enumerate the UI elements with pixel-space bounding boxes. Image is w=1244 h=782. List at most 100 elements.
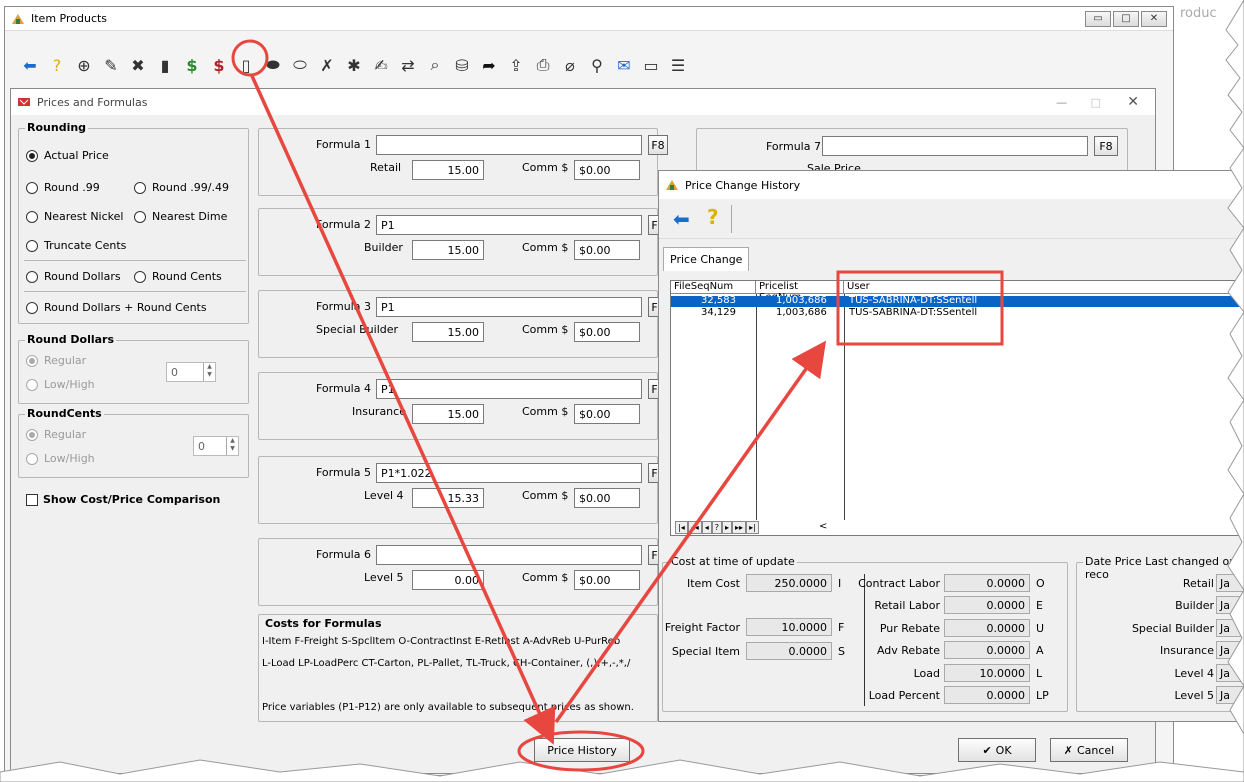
col-header-pricelist[interactable]: Pricelist SeqNum [756,281,844,303]
radio-round-dollars[interactable]: Round Dollars [26,270,121,283]
radio-rc-lowhigh[interactable]: Low/High [26,452,95,465]
formula-1-input[interactable] [376,135,642,155]
radio-nearest-nickel[interactable]: Nearest Nickel [26,210,123,223]
formula-7-f8-button[interactable]: F8 [1094,136,1118,156]
formula-4-input[interactable]: P1 [376,379,642,399]
nav-button-5[interactable]: ▸▸ [732,521,747,534]
stamp-icon[interactable]: ✱ [343,54,365,76]
formula-1-price-field[interactable]: 15.00 [412,160,484,180]
maximize-button[interactable]: □ [1113,11,1139,27]
ok-button[interactable]: ✔ OK [958,738,1036,762]
nav-button-6[interactable]: ▸| [746,521,759,534]
radio-truncate-cents[interactable]: Truncate Cents [26,239,126,252]
cancel-icon[interactable]: ✗ [316,54,338,76]
add-icon[interactable]: ⊕ [73,54,95,76]
radio-rd-lowhigh[interactable]: Low/High [26,378,95,391]
radio-round-99[interactable]: Round .99 [26,181,100,194]
signature-icon[interactable]: ✍ [370,54,392,76]
costs_right-label-4: Load [913,666,940,680]
formula-1-comm-field[interactable]: $0.00 [574,160,640,180]
history-help-icon[interactable]: ? [707,205,719,229]
formula-2-comm-field[interactable]: $0.00 [574,240,640,260]
email-icon[interactable]: ✉ [613,54,635,76]
scroll-left-icon[interactable]: < [819,521,827,532]
show-cost-checkbox[interactable]: Show Cost/Price Comparison [26,493,220,506]
radio-nearest-dime[interactable]: Nearest Dime [134,210,227,223]
dialog-close-icon[interactable]: ✕ [1127,94,1139,110]
nav-button-2[interactable]: ◂ [701,521,712,534]
close-button[interactable]: ✕ [1141,11,1167,27]
date-label-0: Retail [1182,577,1214,590]
find-icon[interactable]: ⚲ [586,54,608,76]
nav-button-3[interactable]: ? [711,521,723,534]
dialog-minimize-icon[interactable]: — [1056,96,1067,109]
row2-fileseq[interactable]: 34,129 [701,307,736,318]
formula-5-price-field[interactable]: 15.33 [412,488,484,508]
date-field-5: Ja [1216,686,1244,704]
note-icon[interactable]: ▮ [154,54,176,76]
forward-icon[interactable]: ➦ [478,54,500,76]
radio-round-cents[interactable]: Round Cents [134,270,222,283]
col-header-fileseq[interactable]: FileSeqNum [671,281,756,294]
row2-pricelist[interactable]: 1,003,686 [776,307,827,318]
formula-3-comm-field[interactable]: $0.00 [574,322,640,342]
round-cents-spin-icon[interactable]: ▲ ▼ [226,437,238,455]
formula-4-comm-field[interactable]: $0.00 [574,404,640,424]
round-dollars-spin-icon[interactable]: ▲ ▼ [203,363,215,381]
radio-rd-regular[interactable]: Regular [26,354,86,367]
print-icon[interactable]: ⎙ [532,54,554,76]
edit-icon[interactable]: ✎ [100,54,122,76]
tab-price-change[interactable]: Price Change [663,247,750,271]
export-icon[interactable]: ⇪ [505,54,527,76]
formula-6-comm-field[interactable]: $0.00 [574,570,640,590]
price-history-button[interactable]: Price History [534,738,630,762]
formula-6-label: Formula 6 [316,548,371,561]
help-icon[interactable]: ? [46,54,68,76]
formula-4-price-field[interactable]: 15.00 [412,404,484,424]
info-icon[interactable]: ▯ [235,54,257,76]
notes-icon[interactable]: ☰ [667,54,689,76]
costs_left-label-0: Item Cost [687,577,740,590]
costs-note: Price variables (P1-P12) are only availa… [262,702,634,713]
transfer-icon[interactable]: ⇄ [397,54,419,76]
formula-5-input[interactable]: P1*1.022 [376,463,642,483]
history-back-icon[interactable]: ⬅ [673,207,690,231]
delete-icon[interactable]: ✖ [127,54,149,76]
costs_right-code-2: U [1036,621,1045,635]
formula-5-comm-field[interactable]: $0.00 [574,488,640,508]
attach-icon[interactable]: ⌀ [559,54,581,76]
database-icon[interactable]: ⛁ [451,54,473,76]
costs_right-value-5: 0.0000 [944,686,1030,704]
formula-3-input[interactable]: P1 [376,297,642,317]
formula-6-price-field[interactable]: 0.00 [412,570,484,590]
label-icon[interactable]: ⬭ [289,54,311,76]
tag-icon[interactable]: ⬬ [262,54,284,76]
formula-6-input[interactable] [376,545,642,565]
back-arrow-icon[interactable]: ⬅ [19,54,41,76]
col-line-2 [844,294,845,520]
nav-button-1[interactable]: ◂◂ [687,521,702,534]
radio-round-99-49[interactable]: Round .99/.49 [134,181,229,194]
row2-user[interactable]: TUS-SABRINA-DT:SSentell [849,307,977,318]
formula-2-input[interactable]: P1 [376,215,642,235]
nav-button-0[interactable]: |◂ [675,521,688,534]
cost-icon[interactable]: $ [208,54,230,76]
checkbox-box[interactable] [26,493,38,506]
formula-1-f8-button[interactable]: F8 [648,135,668,155]
radio-rc-regular[interactable]: Regular [26,428,86,441]
binoculars-icon[interactable]: ⌕ [424,54,446,76]
prices-icon[interactable]: $ [181,54,203,76]
window-icon[interactable]: ▭ [640,54,662,76]
col-header-user[interactable]: User [844,281,1244,294]
cancel-button[interactable]: ✗ Cancel [1050,738,1128,762]
radio-actual-price[interactable]: Actual Price [26,149,109,162]
formula-3-price-field[interactable]: 15.00 [412,322,484,342]
minimize-button[interactable]: ▭ [1085,11,1111,27]
formula-2-price-field[interactable]: 15.00 [412,240,484,260]
nav-button-4[interactable]: ▸ [722,521,733,534]
radio-round-dollars-cents[interactable]: Round Dollars + Round Cents [26,301,207,314]
formula-7-input[interactable] [822,136,1088,156]
dialog-maximize-icon[interactable]: □ [1091,96,1101,109]
formula-5-comm-label: Comm $ [522,489,569,502]
round-cents-title: RoundCents [25,407,104,420]
